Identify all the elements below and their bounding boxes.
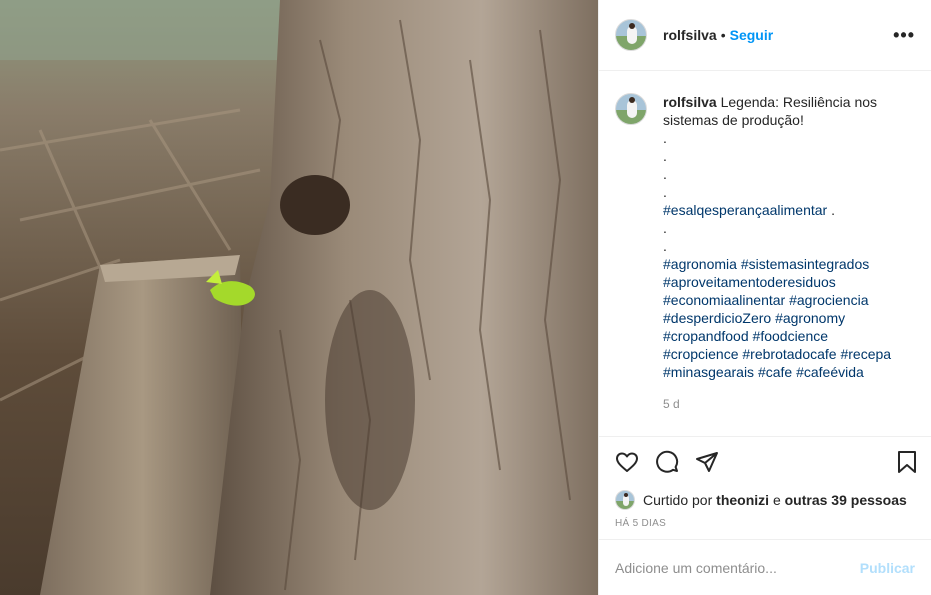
separator-dot: • <box>720 27 726 43</box>
hashtag-link[interactable]: #desperdicioZero <box>663 310 771 326</box>
hashtag-link[interactable]: #agronomy <box>775 310 845 326</box>
hashtag-line: #economiaalinentar #agrociencia <box>663 291 913 309</box>
caption-text: sistemas de produção! <box>663 112 804 128</box>
caption-dot: . <box>663 238 667 254</box>
share-icon[interactable] <box>695 450 719 474</box>
add-comment-bar: Publicar <box>599 539 931 595</box>
comment-input[interactable] <box>615 559 860 576</box>
caption-time[interactable]: 5 d <box>663 395 913 413</box>
liker-username[interactable]: theonizi <box>716 492 769 508</box>
hashtag-link[interactable]: #sistemasintegrados <box>741 256 869 272</box>
hashtag-line: #cropcience #rebrotadocafe #recepa <box>663 345 913 363</box>
hashtag-line: #agronomia #sistemasintegrados <box>663 255 913 273</box>
avatar[interactable] <box>615 19 647 51</box>
caption-dot: . <box>663 166 667 182</box>
tree-trunk-photo <box>0 0 598 595</box>
caption-row: rolfsilva Legenda: Resiliência nos siste… <box>615 93 915 413</box>
heart-icon[interactable] <box>615 450 639 474</box>
hashtag-link[interactable]: #cafeévida <box>796 364 864 380</box>
hashtag-link[interactable]: #aproveitamentoderesiduos <box>663 274 836 290</box>
comments-section: rolfsilva Legenda: Resiliência nos siste… <box>599 71 931 436</box>
bookmark-icon[interactable] <box>895 450 919 474</box>
hashtag-line: #minasgearais #cafe #cafeévida <box>663 363 913 381</box>
action-bar <box>599 436 931 486</box>
hashtag-link[interactable]: #rebrotadocafe <box>742 346 836 362</box>
hashtag-link[interactable]: #cropcience <box>663 346 739 362</box>
hashtag-line: #cropandfood #foodcience <box>663 327 913 345</box>
posted-time[interactable]: HÁ 5 DIAS <box>599 514 931 539</box>
hashtag-line: #esalqesperançaalimentar . <box>663 201 913 219</box>
caption-username[interactable]: rolfsilva <box>663 94 717 110</box>
hashtag-link[interactable]: #foodcience <box>753 328 829 344</box>
hashtag-line: #desperdicioZero #agronomy <box>663 309 913 327</box>
likes-prefix: Curtido por <box>643 492 713 508</box>
hashtag-line: #aproveitamentoderesiduos <box>663 273 913 291</box>
hashtag-link[interactable]: #recepa <box>840 346 891 362</box>
hashtag-link[interactable]: #esalqesperançaalimentar <box>663 202 827 218</box>
follow-button[interactable]: Seguir <box>730 27 774 43</box>
post-header: rolfsilva • Seguir ••• <box>599 0 931 71</box>
hashtag-link[interactable]: #cafe <box>758 364 792 380</box>
caption-dot: . <box>827 202 835 218</box>
caption-dot: . <box>663 130 667 146</box>
likes-text: Curtido por theonizi e outras 39 pessoas <box>643 492 907 508</box>
likes-middle: e <box>772 492 781 508</box>
post-dialog: rolfsilva • Seguir ••• rolfsilva Legenda… <box>0 0 931 595</box>
hashtag-link[interactable]: #minasgearais <box>663 364 754 380</box>
hashtag-link[interactable]: #economiaalinentar <box>663 292 785 308</box>
publish-button[interactable]: Publicar <box>860 560 915 576</box>
caption: rolfsilva Legenda: Resiliência nos siste… <box>663 93 913 413</box>
hashtag-block: #agronomia #sistemasintegrados #aproveita… <box>663 255 913 381</box>
post-image[interactable] <box>0 0 598 595</box>
hashtag-link[interactable]: #agronomia <box>663 256 737 272</box>
comment-icon[interactable] <box>655 450 679 474</box>
header-username[interactable]: rolfsilva <box>663 27 717 43</box>
caption-dot: . <box>663 220 667 236</box>
more-dots-icon[interactable]: ••• <box>893 26 915 44</box>
liker-avatar[interactable] <box>615 490 635 510</box>
post-sidebar: rolfsilva • Seguir ••• rolfsilva Legenda… <box>598 0 931 595</box>
caption-avatar[interactable] <box>615 93 647 125</box>
caption-dot: . <box>663 148 667 164</box>
hashtag-link[interactable]: #agrociencia <box>789 292 868 308</box>
caption-text: Legenda: Resiliência nos <box>720 94 878 110</box>
hashtag-link[interactable]: #cropandfood <box>663 328 749 344</box>
likes-row: Curtido por theonizi e outras 39 pessoas <box>599 486 931 514</box>
likes-others-link[interactable]: outras 39 pessoas <box>785 492 907 508</box>
caption-first-line: rolfsilva Legenda: Resiliência nos <box>663 93 913 111</box>
caption-dot: . <box>663 184 667 200</box>
